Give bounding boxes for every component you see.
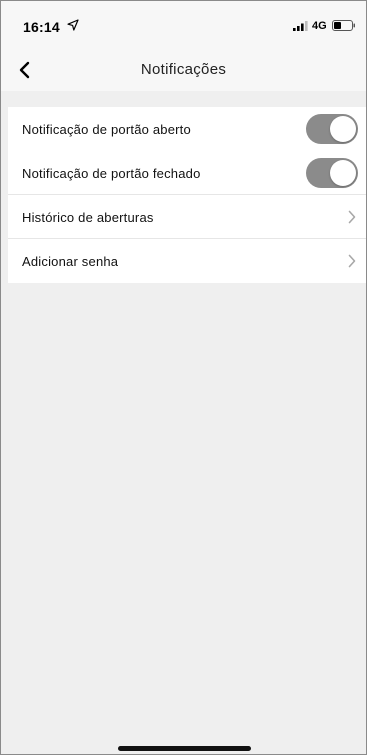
toggle-knob	[330, 116, 356, 142]
opening-history-row[interactable]: Histórico de aberturas	[8, 195, 366, 239]
row-label: Notificação de portão fechado	[22, 165, 201, 181]
home-indicator[interactable]	[118, 746, 251, 751]
battery-icon	[332, 20, 355, 31]
status-time: 16:14	[23, 19, 60, 35]
cellular-signal-icon	[293, 21, 308, 31]
page-title: Notificações	[140, 61, 227, 78]
chevron-right-icon	[348, 254, 356, 268]
location-arrow-icon	[67, 19, 79, 31]
phone-screen: 16:14 4G Notificações Notificação de por…	[0, 0, 367, 755]
network-type: 4G	[312, 20, 327, 32]
row-label: Notificação de portão aberto	[22, 121, 191, 137]
gate-open-notification-row: Notificação de portão aberto	[8, 107, 366, 151]
gate-open-notification-toggle[interactable]	[306, 114, 358, 144]
section-spacer	[1, 91, 366, 107]
add-password-row[interactable]: Adicionar senha	[8, 239, 366, 283]
settings-list: Notificação de portão aberto Notificação…	[8, 107, 366, 283]
gate-closed-notification-row: Notificação de portão fechado	[8, 151, 366, 195]
chevron-right-icon	[348, 210, 356, 224]
gate-closed-notification-toggle[interactable]	[306, 158, 358, 188]
status-bar: 16:14 4G	[1, 1, 366, 49]
toggle-knob	[330, 160, 356, 186]
navigation-bar: Notificações	[1, 49, 366, 91]
row-label: Adicionar senha	[22, 253, 119, 269]
row-label: Histórico de aberturas	[22, 209, 154, 225]
